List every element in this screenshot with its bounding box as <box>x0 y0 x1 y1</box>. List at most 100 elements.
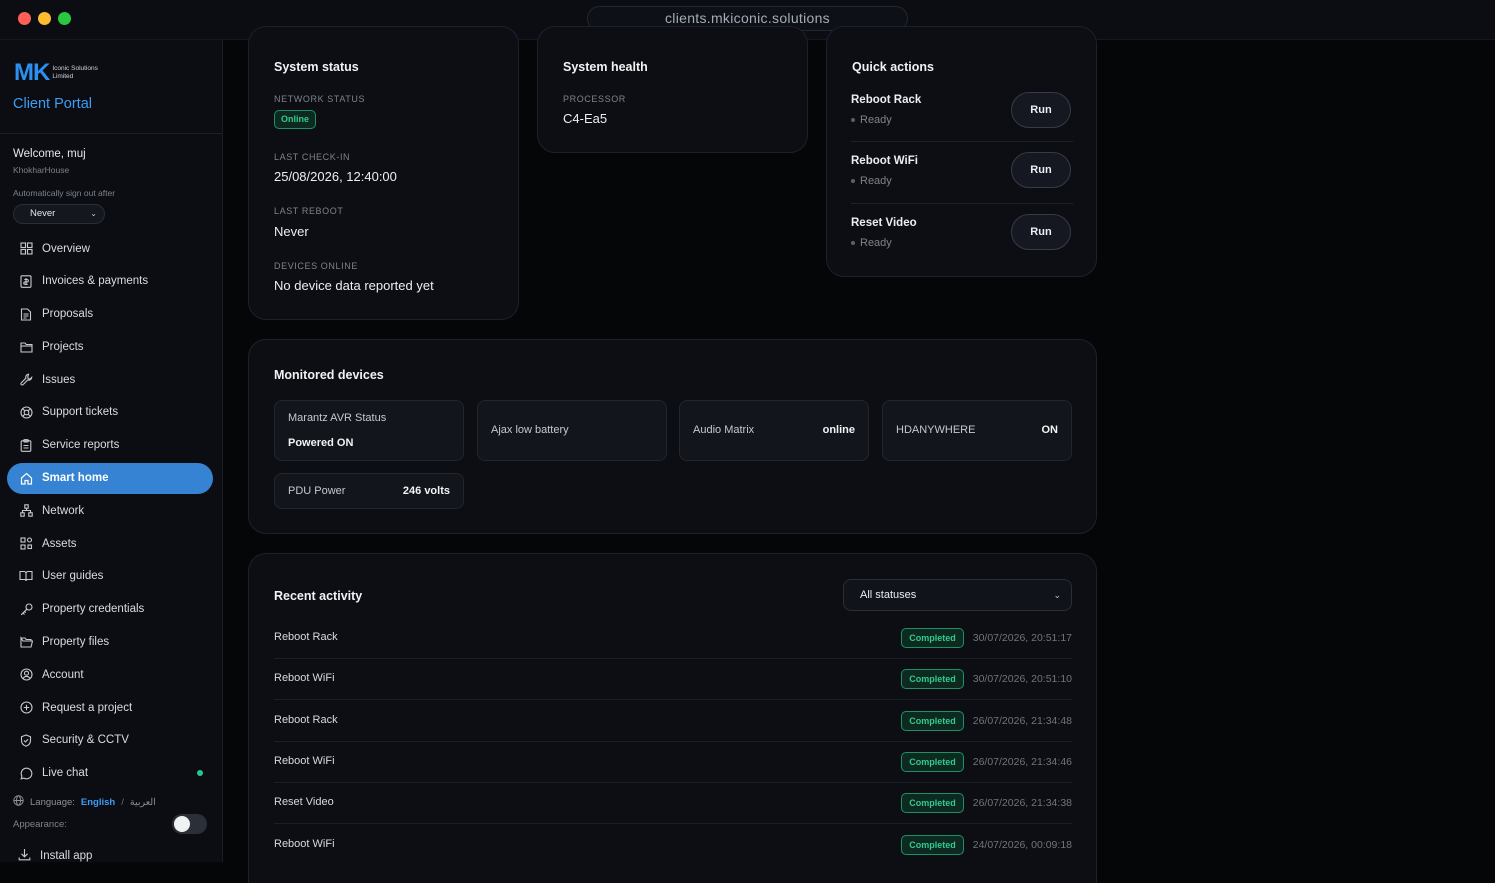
network-status-badge: Online <box>274 110 317 129</box>
sidebar-item-proposals[interactable]: Proposals <box>7 299 213 330</box>
sidebar-item-issues[interactable]: Issues <box>7 364 213 395</box>
sidebar-item-label: Live chat <box>42 767 89 780</box>
sidebar-item-invoices[interactable]: Invoices & payments <box>7 266 213 297</box>
chevron-down-icon: ⌄ <box>1053 590 1061 600</box>
status-filter-select[interactable]: All statuses ⌄ <box>843 579 1072 611</box>
appearance-toggle[interactable] <box>172 814 207 834</box>
language-english-link[interactable]: English <box>81 797 115 808</box>
autosign-select-value: Never <box>30 208 56 219</box>
sidebar-item-request-project[interactable]: Request a project <box>7 692 213 723</box>
devices-online-label: DEVICES ONLINE <box>274 261 358 271</box>
language-arabic-link[interactable]: العربية <box>130 797 156 808</box>
install-app-label: Install app <box>40 850 93 862</box>
activity-row: Reboot Rack Completed 30/07/2026, 20:51:1… <box>274 618 1072 659</box>
property-name: KhokharHouse <box>13 165 70 175</box>
sidebar-item-label: Invoices & payments <box>42 275 149 288</box>
activity-row: Reboot WiFi Completed 24/07/2026, 00:09:1… <box>274 825 1072 866</box>
close-window-button[interactable] <box>18 12 31 25</box>
activity-name: Reboot WiFi <box>274 755 335 767</box>
last-reboot-label: LAST REBOOT <box>274 206 344 216</box>
quick-action-name: Reboot WiFi <box>851 155 918 167</box>
activity-row: Reset Video Completed 26/07/2026, 21:34:3… <box>274 783 1072 824</box>
sidebar-item-overview[interactable]: Overview <box>7 233 213 264</box>
activity-time: 30/07/2026, 20:51:17 <box>972 632 1072 644</box>
activity-name: Reboot Rack <box>274 631 338 643</box>
status-badge: Completed <box>901 669 964 689</box>
shield-icon <box>19 733 33 747</box>
logo-text: Iconic Solutions Limited <box>52 65 98 80</box>
sidebar-item-label: Request a project <box>42 701 133 714</box>
sidebar-item-label: Security & CCTV <box>42 734 129 747</box>
sidebar-item-label: Service reports <box>42 439 120 452</box>
sidebar-item-label: Projects <box>42 340 84 353</box>
device-tile[interactable]: HDANYWHERE ON <box>882 400 1072 461</box>
device-name: Ajax low battery <box>491 424 569 436</box>
sidebar-item-live-chat[interactable]: Live chat <box>7 758 213 789</box>
activity-time: 26/07/2026, 21:34:46 <box>972 756 1072 768</box>
sidebar-nav: Overview Invoices & payments Proposals P… <box>7 233 213 791</box>
sidebar-item-service-reports[interactable]: Service reports <box>7 430 213 461</box>
home-icon <box>19 471 33 485</box>
sidebar-item-label: Network <box>42 504 85 517</box>
logo-mark: MK <box>14 59 50 86</box>
activity-time: 30/07/2026, 20:51:10 <box>972 673 1072 685</box>
minimize-window-button[interactable] <box>38 12 51 25</box>
appearance-label: Appearance: <box>13 819 67 830</box>
sidebar-item-label: Issues <box>42 373 76 386</box>
sidebar-item-smart-home[interactable]: Smart home <box>7 462 213 494</box>
last-checkin-label: LAST CHECK-IN <box>274 152 351 162</box>
assets-icon <box>19 537 33 551</box>
autosign-select[interactable]: Never ⌄ <box>13 204 105 224</box>
folder-icon <box>19 340 33 354</box>
sidebar-item-projects[interactable]: Projects <box>7 331 213 362</box>
last-checkin-value: 25/08/2026, 12:40:00 <box>274 169 397 184</box>
monitored-devices-title: Monitored devices <box>274 368 384 382</box>
status-dot-icon <box>851 179 855 184</box>
grid-icon <box>19 242 33 256</box>
company-logo[interactable]: MK Iconic Solutions Limited <box>14 59 102 87</box>
sidebar-item-assets[interactable]: Assets <box>7 528 213 559</box>
device-tile[interactable]: Ajax low battery <box>477 400 667 461</box>
system-health-card: System health PROCESSOR C4-Ea5 <box>537 26 808 153</box>
status-dot-icon <box>851 118 855 123</box>
run-reset-video-button[interactable]: Run <box>1011 214 1071 250</box>
quick-actions-title: Quick actions <box>852 60 934 74</box>
sidebar-item-account[interactable]: Account <box>7 659 213 690</box>
sidebar-item-property-credentials[interactable]: Property credentials <box>7 594 213 625</box>
device-value: 246 volts <box>402 485 450 497</box>
devices-online-value: No device data reported yet <box>274 278 434 293</box>
chevron-down-icon: ⌄ <box>90 209 97 218</box>
recent-activity-card: Recent activity All statuses ⌄ Reboot Ra… <box>248 553 1097 883</box>
sidebar-item-property-files[interactable]: Property files <box>7 627 213 658</box>
device-name: HDANYWHERE <box>896 424 976 436</box>
sidebar-item-label: Support tickets <box>42 406 119 419</box>
status-badge: Completed <box>901 752 964 772</box>
status-badge: Completed <box>901 793 964 813</box>
quick-action-name: Reset Video <box>851 217 917 229</box>
device-tile[interactable]: PDU Power 246 volts <box>274 473 464 509</box>
run-reboot-wifi-button[interactable]: Run <box>1011 152 1071 188</box>
device-tile[interactable]: Audio Matrix online <box>679 400 869 461</box>
invoice-icon <box>19 274 33 288</box>
maximize-window-button[interactable] <box>58 12 71 25</box>
processor-value: C4-Ea5 <box>563 111 608 126</box>
globe-icon <box>13 795 24 809</box>
device-value: Powered ON <box>288 437 354 449</box>
user-circle-icon <box>19 668 33 682</box>
quick-action-status: Ready <box>851 175 892 187</box>
device-tile[interactable]: Marantz AVR Status Powered ON <box>274 400 464 461</box>
sidebar-item-security-cctv[interactable]: Security & CCTV <box>7 725 213 756</box>
device-name: PDU Power <box>288 485 346 497</box>
folder-open-icon <box>19 635 33 649</box>
sidebar-item-user-guides[interactable]: User guides <box>7 561 213 592</box>
sidebar-item-support-tickets[interactable]: Support tickets <box>7 397 213 428</box>
clipboard-icon <box>19 438 33 452</box>
sidebar-item-network[interactable]: Network <box>7 495 213 526</box>
book-icon <box>19 569 33 583</box>
system-status-title: System status <box>274 60 359 74</box>
lifebuoy-icon <box>19 405 33 419</box>
run-reboot-rack-button[interactable]: Run <box>1011 92 1071 128</box>
sidebar-item-label: Overview <box>42 242 90 255</box>
language-switcher: Language: English / العربية <box>13 795 156 809</box>
device-name: Marantz AVR Status <box>288 412 387 424</box>
